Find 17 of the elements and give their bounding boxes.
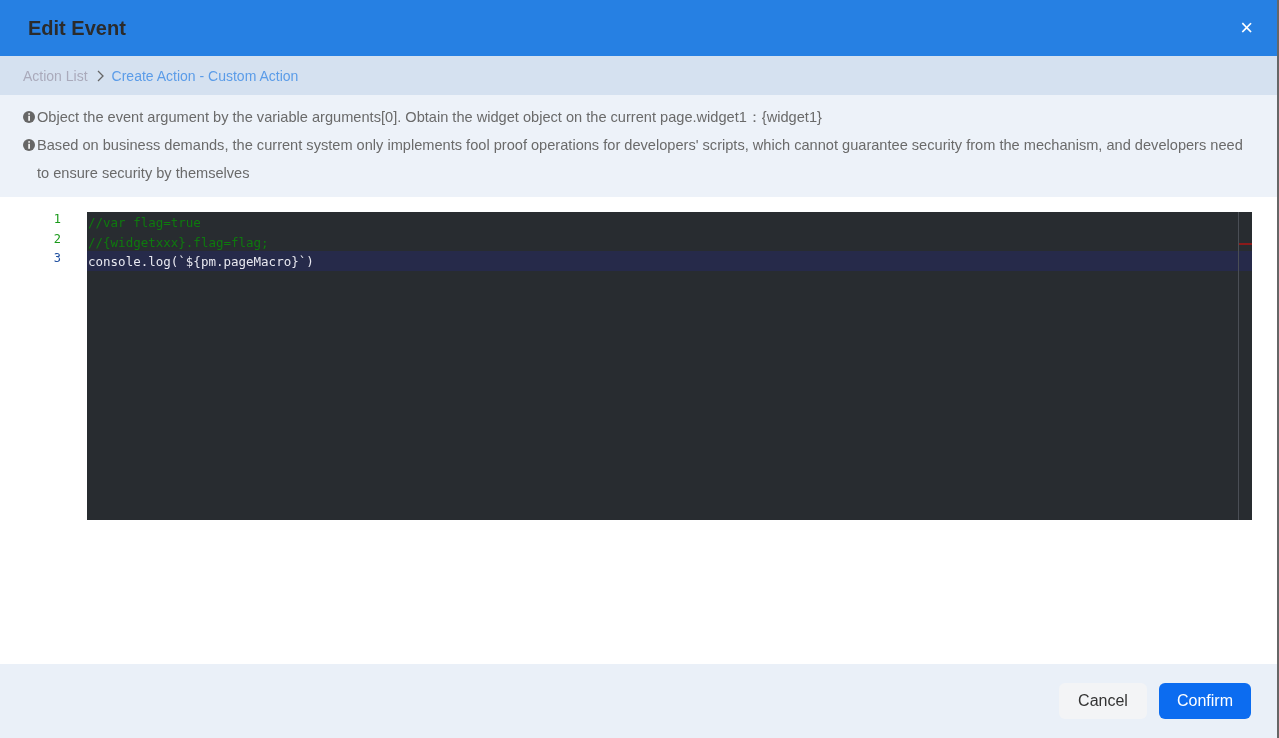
- close-button[interactable]: ×: [1236, 17, 1257, 39]
- note-text: Based on business demands, the current system only implements fool proof operations for developers' scripts, which cannot guarantee security from the mechanism, and developers need to ensure security by themselves: [37, 136, 1244, 183]
- info-icon: [23, 111, 35, 123]
- confirm-button[interactable]: Confirm: [1159, 683, 1251, 719]
- line-number: 1: [52, 212, 62, 228]
- info-icon: [23, 139, 35, 151]
- dialog-title: Edit Event: [28, 16, 126, 40]
- line-number: 3: [52, 251, 62, 267]
- chevron-icon: [95, 69, 104, 82]
- cancel-button[interactable]: Cancel: [1059, 683, 1147, 719]
- code-line: console.log(`${pm.pageMacro}`): [88, 254, 314, 269]
- code-line: //{widgetxxx}.flag=flag;: [88, 234, 269, 250]
- error-marker: [1239, 243, 1252, 245]
- code-line: //var flag=true: [88, 215, 201, 230]
- note-text: Object the event argument by the variable arguments[0]. Obtain the widget object on the current page.widget1：{widget1}: [37, 108, 822, 127]
- code-editor[interactable]: //var flag=true //{widgetxxx}.flag=flag; console.log(`${pm.pageMacro}`): [87, 212, 1252, 520]
- line-number: 2: [52, 231, 62, 248]
